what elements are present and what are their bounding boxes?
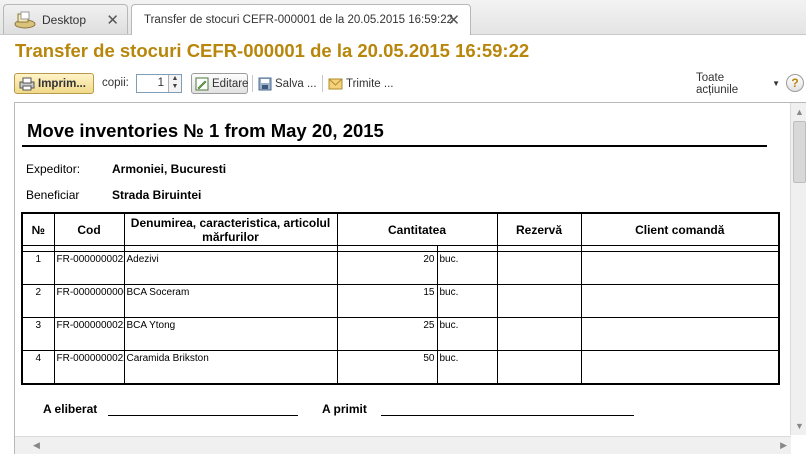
- document-title: Move inventories № 1 from May 20, 2015: [27, 120, 384, 141]
- sender-label: Expeditor:: [26, 162, 81, 176]
- scroll-up-icon[interactable]: ▲: [795, 107, 804, 117]
- vertical-scrollbar[interactable]: ▲ ▼: [790, 103, 806, 435]
- copies-stepper[interactable]: 1 ▲ ▼: [136, 74, 182, 93]
- row-reserve: [496, 284, 582, 318]
- row-number: 3: [21, 317, 55, 351]
- printer-icon: [19, 77, 35, 91]
- edit-button-label: Editare: [212, 77, 249, 90]
- edit-button[interactable]: Editare: [191, 73, 248, 94]
- row-code: FR-00000000222: [53, 350, 125, 385]
- save-button-label: Salva ...: [275, 77, 317, 90]
- row-client-order: [580, 350, 780, 385]
- copies-label: copii:: [102, 77, 129, 89]
- row-name: BCA Soceram: [123, 284, 338, 318]
- close-icon[interactable]: ✕: [447, 11, 460, 29]
- row-quantity: 15: [336, 284, 437, 318]
- row-quantity: 25: [336, 317, 437, 351]
- close-icon[interactable]: ✕: [106, 11, 119, 29]
- send-button-label: Trimite ...: [346, 77, 394, 90]
- save-button[interactable]: Salva ...: [258, 73, 320, 94]
- column-header: №: [21, 212, 55, 246]
- row-number: 4: [21, 350, 55, 385]
- spinner-icon[interactable]: ▲ ▼: [168, 75, 181, 92]
- row-client-order: [580, 251, 780, 285]
- recipient-value: Strada Biruintei: [112, 188, 202, 202]
- row-number: 2: [21, 284, 55, 318]
- scroll-left-icon[interactable]: ◀: [33, 440, 40, 451]
- row-client-order: [580, 317, 780, 351]
- help-icon: ?: [791, 76, 799, 90]
- row-unit: buc.: [436, 350, 498, 385]
- row-code: FR-00000000220: [53, 251, 125, 285]
- row-number: 1: [21, 251, 55, 285]
- table-row: 1 FR-00000000220 Adezivi 20 buc.: [21, 251, 780, 285]
- table-row: 4 FR-00000000222 Caramida Brikston 50 bu…: [21, 350, 780, 385]
- toolbar-separator: [252, 75, 253, 92]
- released-label: A eliberat: [43, 402, 98, 416]
- released-signature-line: [108, 415, 298, 416]
- scroll-thumb[interactable]: [793, 121, 806, 183]
- print-button-label: Imprim...: [38, 77, 86, 90]
- print-button[interactable]: Imprim...: [14, 73, 94, 94]
- row-unit: buc.: [436, 251, 498, 285]
- row-name: Caramida Brikston: [123, 350, 338, 385]
- column-header: Cod: [53, 212, 125, 246]
- envelope-icon: [328, 78, 343, 90]
- all-actions-label: Toate acțiunile: [696, 71, 739, 96]
- table-row: 2 FR-00000000060 BCA Soceram 15 buc.: [21, 284, 780, 318]
- column-header: Cantitatea: [336, 212, 498, 246]
- desktop-icon: [14, 11, 36, 29]
- chevron-down-icon: ▼: [772, 79, 780, 88]
- sender-value: Armoniei, Bucuresti: [112, 162, 227, 176]
- column-header: Rezervă: [496, 212, 582, 246]
- tab-bar: Desktop ✕ Transfer de stocuri CEFR-00000…: [0, 0, 806, 35]
- row-reserve: [496, 350, 582, 385]
- row-unit: buc.: [436, 317, 498, 351]
- send-button[interactable]: Trimite ...: [328, 73, 394, 94]
- save-icon: [258, 77, 272, 91]
- row-reserve: [496, 317, 582, 351]
- horizontal-scrollbar[interactable]: ◀ ▶: [15, 436, 791, 454]
- help-button[interactable]: ?: [786, 74, 804, 92]
- scroll-down-icon[interactable]: ▼: [795, 421, 804, 431]
- edit-icon: [195, 77, 209, 91]
- row-quantity: 20: [336, 251, 437, 285]
- table-row: 3 FR-00000000221 BCA Ytong 25 buc.: [21, 317, 780, 351]
- row-client-order: [580, 284, 780, 318]
- column-header: Client comandă: [580, 212, 780, 246]
- row-reserve: [496, 251, 582, 285]
- recipient-label: Beneficiar: [26, 188, 80, 202]
- tab-transfer[interactable]: Transfer de stocuri CEFR-000001 de la 20…: [131, 4, 471, 35]
- received-label: A primit: [322, 402, 367, 416]
- copies-input[interactable]: 1: [137, 75, 168, 92]
- items-table: № Cod Denumirea, caracteristica, articol…: [21, 212, 781, 385]
- toolbar: Imprim... copii: 1 ▲ ▼ Editare Salva ... …: [0, 72, 806, 96]
- row-name: Adezivi: [123, 251, 338, 285]
- column-header: Denumirea, caracteristica, articolul măr…: [123, 212, 338, 246]
- row-name: BCA Ytong: [123, 317, 338, 351]
- row-quantity: 50: [336, 350, 437, 385]
- toolbar-separator: [322, 75, 323, 92]
- row-unit: buc.: [436, 284, 498, 318]
- row-code: FR-00000000060: [53, 284, 125, 318]
- page-title: Transfer de stocuri CEFR-000001 de la 20…: [15, 40, 530, 61]
- table-header: № Cod Denumirea, caracteristica, articol…: [21, 212, 780, 246]
- tab-desktop[interactable]: Desktop ✕: [3, 4, 128, 34]
- tab-transfer-label: Transfer de stocuri CEFR-000001 de la 20…: [144, 14, 453, 26]
- scroll-right-icon[interactable]: ▶: [780, 440, 787, 451]
- tab-desktop-label: Desktop: [42, 12, 87, 27]
- row-code: FR-00000000221: [53, 317, 125, 351]
- title-divider: [22, 145, 767, 147]
- all-actions-menu[interactable]: Toate acțiunile ▼: [696, 71, 780, 96]
- received-signature-line: [381, 415, 634, 416]
